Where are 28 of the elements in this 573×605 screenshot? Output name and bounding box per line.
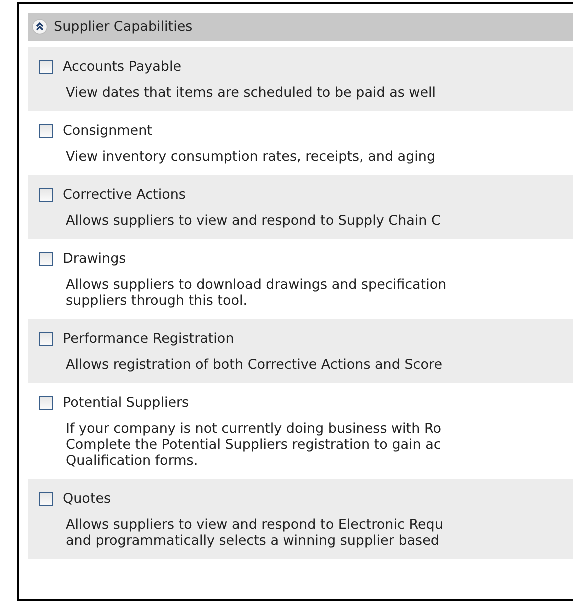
- capability-label: Drawings: [63, 251, 126, 267]
- capability-label: Potential Suppliers: [63, 395, 190, 411]
- checkbox[interactable]: [39, 124, 53, 138]
- capability-description: Complete the Potential Suppliers registration to gain ac: [66, 437, 442, 453]
- capability-description: Allows suppliers to view and respond to Electronic Requ: [66, 517, 444, 533]
- capability-description: Qualification forms.: [66, 453, 200, 469]
- capability-label: Corrective Actions: [63, 187, 186, 203]
- capability-description: View dates that items are scheduled to be paid as well: [66, 85, 438, 101]
- capability-description: Allows registration of both Corrective Actions and Score: [66, 357, 444, 373]
- capability-description: Allows suppliers to view and respond to Supply Chain C: [66, 213, 442, 229]
- capability-label: Accounts Payable: [63, 59, 182, 75]
- capability-label: Consignment: [63, 123, 152, 139]
- checkbox[interactable]: [39, 188, 53, 202]
- checkbox[interactable]: [39, 492, 53, 506]
- checkbox[interactable]: [39, 332, 53, 346]
- checkbox[interactable]: [39, 396, 53, 410]
- capability-description: If your company is not currently doing business with Ro: [66, 421, 442, 437]
- checkbox[interactable]: [39, 60, 53, 74]
- capability-label: Performance Registration: [63, 331, 234, 347]
- checkbox[interactable]: [39, 252, 53, 266]
- capability-description: suppliers through this tool.: [66, 293, 249, 309]
- capability-label: Quotes: [63, 491, 112, 507]
- section-title: Supplier Capabilities: [54, 19, 193, 35]
- section-header[interactable]: Supplier Capabilities: [28, 13, 573, 41]
- collapse-icon[interactable]: [32, 19, 48, 35]
- capability-description: View inventory consumption rates, receipts, and aging: [66, 149, 437, 165]
- capability-description: Allows suppliers to download drawings and specification: [66, 277, 448, 293]
- capability-description: and programmatically selects a winning supplier based: [66, 533, 440, 549]
